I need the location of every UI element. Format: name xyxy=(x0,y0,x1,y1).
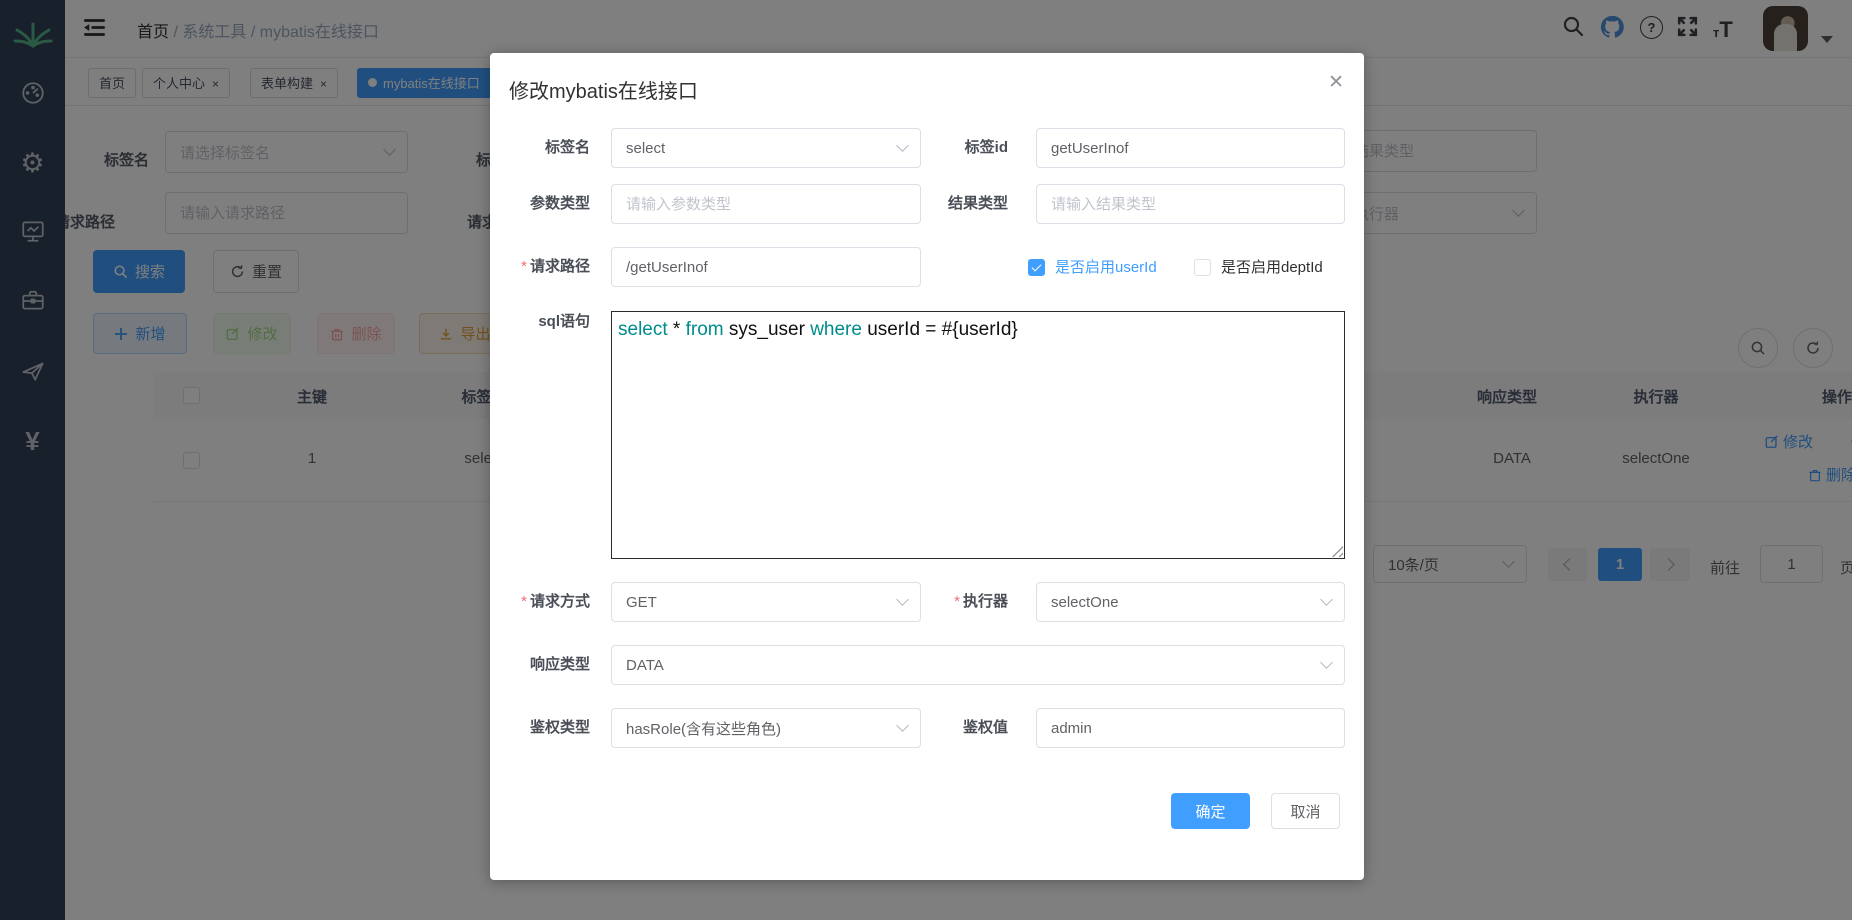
edit-dialog: 修改mybatis在线接口 ✕ 标签名 select 标签id 参数类型 结果类… xyxy=(490,53,1364,880)
result-type-input[interactable] xyxy=(1036,184,1345,224)
required-mark: * xyxy=(954,593,960,610)
sql-text: select * from sys_user where userId = #{… xyxy=(618,316,1338,343)
required-mark: * xyxy=(521,258,527,275)
tag-id-label: 标签id xyxy=(965,128,1008,168)
path-input[interactable] xyxy=(611,247,921,287)
tag-name-label: 标签名 xyxy=(545,128,590,168)
sql-label: sql语句 xyxy=(538,311,590,333)
chevron-down-icon xyxy=(1320,656,1333,669)
resp-type-select[interactable]: DATA xyxy=(611,645,1345,685)
resp-type-label: 响应类型 xyxy=(530,645,590,685)
tag-id-input[interactable] xyxy=(1036,128,1345,168)
app-root: ⚙ ¥ xyxy=(0,0,1852,920)
enable-deptid-checkbox[interactable] xyxy=(1194,259,1211,276)
method-select[interactable]: GET xyxy=(611,582,921,622)
result-type-label: 结果类型 xyxy=(948,184,1008,224)
auth-type-select[interactable]: hasRole(含有这些角色) xyxy=(611,708,921,748)
dialog-close-icon[interactable]: ✕ xyxy=(1328,71,1344,94)
enable-userid-checkbox[interactable] xyxy=(1028,259,1045,276)
sql-editor[interactable]: select * from sys_user where userId = #{… xyxy=(611,311,1345,559)
tag-name-select[interactable]: select xyxy=(611,128,921,168)
chevron-down-icon xyxy=(896,719,909,732)
path-label: 请求路径 xyxy=(530,258,590,275)
required-mark: * xyxy=(521,593,527,610)
enable-deptid-label[interactable]: 是否启用deptId xyxy=(1221,258,1323,278)
param-type-input[interactable] xyxy=(611,184,921,224)
auth-value-label: 鉴权值 xyxy=(963,708,1008,748)
cancel-button[interactable]: 取消 xyxy=(1271,793,1340,829)
auth-value-input[interactable] xyxy=(1036,708,1345,748)
chevron-down-icon xyxy=(896,139,909,152)
param-type-label: 参数类型 xyxy=(530,184,590,224)
resize-handle[interactable] xyxy=(1331,545,1343,557)
chevron-down-icon xyxy=(896,593,909,606)
executor-select[interactable]: selectOne xyxy=(1036,582,1345,622)
auth-type-label: 鉴权类型 xyxy=(530,708,590,748)
confirm-button[interactable]: 确定 xyxy=(1171,793,1250,829)
chevron-down-icon xyxy=(1320,593,1333,606)
executor-label: 执行器 xyxy=(963,593,1008,610)
method-label: 请求方式 xyxy=(530,593,590,610)
enable-userid-label[interactable]: 是否启用userId xyxy=(1055,258,1157,278)
dialog-title: 修改mybatis在线接口 xyxy=(509,75,698,104)
